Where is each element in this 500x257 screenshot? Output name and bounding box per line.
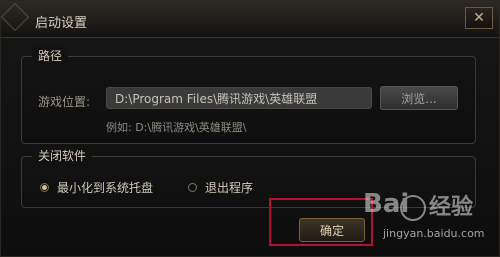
baidu-paw-icon bbox=[400, 195, 426, 221]
startup-settings-window: 启动设置 ✕ 路径 游戏位置: 浏览... 例如: D:\腾讯游戏\英雄联盟\ … bbox=[0, 0, 500, 257]
close-button[interactable]: ✕ bbox=[465, 7, 493, 29]
baidu-jingyan-watermark: Bai 经验 bbox=[363, 189, 495, 225]
highlight-rectangle bbox=[269, 198, 373, 246]
radio-unchecked-icon bbox=[188, 183, 197, 192]
game-location-label: 游戏位置: bbox=[38, 95, 91, 109]
titlebar: 启动设置 ✕ bbox=[0, 1, 499, 38]
radio-exit-program[interactable]: 退出程序 bbox=[188, 179, 253, 196]
radio-minimize-to-tray[interactable]: 最小化到系统托盘 bbox=[40, 179, 153, 196]
radio-label: 退出程序 bbox=[205, 181, 254, 195]
watermark-url: jingyan.baidu.com bbox=[383, 227, 485, 240]
window-title: 启动设置 bbox=[35, 16, 88, 31]
watermark-right-text: 经验 bbox=[429, 195, 474, 220]
close-icon: ✕ bbox=[473, 10, 485, 26]
title-ornament-icon bbox=[0, 2, 30, 32]
path-group: 路径 游戏位置: 浏览... 例如: D:\腾讯游戏\英雄联盟\ bbox=[21, 47, 476, 144]
browse-button[interactable]: 浏览... bbox=[380, 86, 458, 110]
radio-checked-icon bbox=[40, 183, 49, 192]
radio-label: 最小化到系统托盘 bbox=[57, 181, 154, 195]
path-group-title: 路径 bbox=[32, 47, 69, 64]
path-example-text: 例如: D:\腾讯游戏\英雄联盟\ bbox=[106, 121, 247, 134]
close-software-group-title: 关闭软件 bbox=[32, 147, 93, 164]
game-location-input[interactable] bbox=[106, 87, 372, 109]
